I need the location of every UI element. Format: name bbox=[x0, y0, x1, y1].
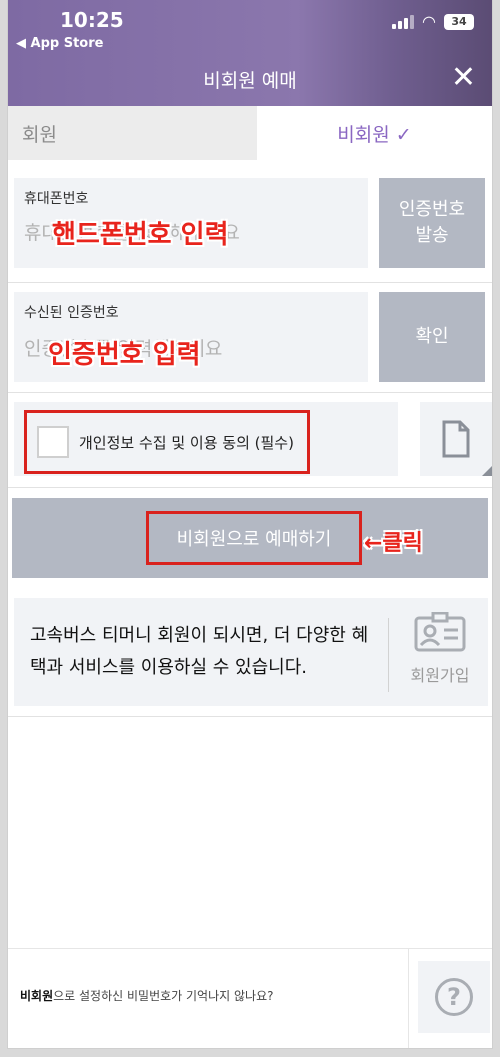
click-annotation: ←클릭 bbox=[364, 531, 423, 556]
member-tabs: 회원 비회원 ✓ bbox=[8, 106, 492, 160]
divider bbox=[8, 392, 492, 393]
agreement-checkbox[interactable] bbox=[37, 426, 69, 458]
help-icon: ? bbox=[435, 978, 473, 1016]
divider bbox=[8, 487, 492, 488]
back-to-app-store[interactable]: ◀ App Store bbox=[16, 36, 103, 51]
agreement-highlight: 개인정보 수집 및 이용 동의 (필수) bbox=[24, 410, 310, 474]
divider bbox=[8, 716, 492, 717]
confirm-button[interactable]: 확인 bbox=[379, 292, 485, 382]
tab-guest[interactable]: 비회원 ✓ bbox=[257, 106, 492, 160]
phone-annotation: 핸드폰번호 인력 bbox=[52, 220, 229, 250]
agreement-label: 개인정보 수집 및 이용 동의 (필수) bbox=[79, 433, 294, 452]
battery-icon: 34 bbox=[444, 14, 474, 30]
auth-annotation: 인증번호 입력 bbox=[48, 340, 201, 370]
status-time: 10:25 bbox=[60, 8, 124, 32]
footer-bold: 비회원 bbox=[20, 989, 54, 1003]
tab-member[interactable]: 회원 bbox=[8, 106, 257, 160]
document-icon bbox=[442, 420, 470, 458]
status-icons: ◠ 34 bbox=[392, 14, 474, 30]
help-button[interactable]: ? bbox=[418, 961, 490, 1033]
divider bbox=[8, 282, 492, 283]
header: 10:25 ◀ App Store ◠ 34 비회원 예매 ✕ bbox=[8, 0, 492, 106]
send-code-button[interactable]: 인증번호 발송 bbox=[379, 178, 485, 268]
id-card-icon bbox=[414, 611, 466, 652]
page-title: 비회원 예매 bbox=[203, 70, 297, 92]
wifi-icon: ◠ bbox=[422, 12, 436, 31]
join-button[interactable]: 회원가입 bbox=[398, 611, 482, 696]
app-frame: 10:25 ◀ App Store ◠ 34 비회원 예매 ✕ 회원 비회원 ✓… bbox=[8, 0, 492, 1048]
auth-code-label: 수신된 인증번호 bbox=[24, 305, 119, 321]
membership-info: 고속버스 티머니 회원이 되시면, 더 다양한 혜택과 서비스를 이용하실 수 … bbox=[14, 598, 488, 706]
agreement-row: 개인정보 수집 및 이용 동의 (필수) bbox=[14, 402, 398, 476]
close-icon[interactable]: ✕ bbox=[451, 63, 476, 93]
footer: 비회원으로 설정하신 비밀번호가 기억나지 않나요? ? bbox=[8, 948, 492, 1048]
view-terms-button[interactable] bbox=[420, 402, 492, 476]
corner-marker bbox=[482, 466, 492, 476]
signal-icon bbox=[392, 15, 415, 29]
info-separator bbox=[388, 618, 389, 692]
footer-text: 으로 설정하신 비밀번호가 기억나지 않나요? bbox=[53, 989, 274, 1003]
book-as-guest-label: 비회원으로 예매하기 bbox=[146, 511, 362, 565]
forgot-password-link[interactable]: 비회원으로 설정하신 비밀번호가 기억나지 않나요? bbox=[20, 987, 273, 1004]
footer-separator bbox=[408, 949, 409, 1048]
membership-info-text: 고속버스 티머니 회원이 되시면, 더 다양한 혜택과 서비스를 이용하실 수 … bbox=[30, 625, 369, 678]
phone-label: 휴대폰번호 bbox=[24, 191, 89, 207]
join-label: 회원가입 bbox=[410, 666, 470, 685]
